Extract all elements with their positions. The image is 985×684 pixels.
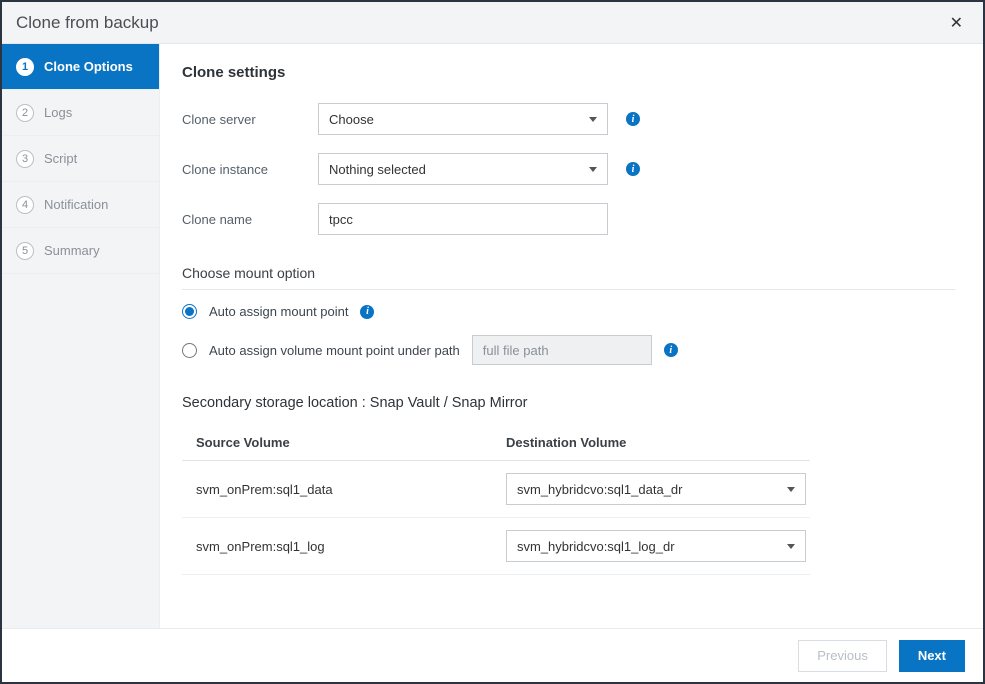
info-icon[interactable]: i — [664, 343, 678, 357]
col-dest-header: Destination Volume — [506, 435, 796, 450]
dialog-title: Clone from backup — [16, 13, 159, 33]
sidebar-step-script[interactable]: 3 Script — [2, 136, 159, 182]
table-row: svm_onPrem:sql1_data svm_hybridcvo:sql1_… — [182, 461, 810, 518]
dialog-footer: Previous Next — [2, 628, 983, 682]
col-source-header: Source Volume — [196, 435, 506, 450]
clone-settings-heading: Clone settings — [182, 64, 955, 81]
info-icon[interactable]: i — [626, 162, 640, 176]
clone-from-backup-dialog: Clone from backup ✕ 1 Clone Options 2 Lo… — [0, 0, 985, 684]
clone-instance-label: Clone instance — [182, 162, 300, 177]
step-label: Logs — [44, 105, 72, 120]
previous-button: Previous — [798, 640, 887, 672]
destination-volume-value: svm_hybridcvo:sql1_log_dr — [517, 539, 675, 554]
step-number: 5 — [16, 242, 34, 260]
destination-volume-select[interactable]: svm_hybridcvo:sql1_log_dr — [506, 530, 806, 562]
clone-server-value: Choose — [329, 112, 374, 127]
info-icon[interactable]: i — [626, 112, 640, 126]
sidebar-step-logs[interactable]: 2 Logs — [2, 90, 159, 136]
sidebar-step-notification[interactable]: 4 Notification — [2, 182, 159, 228]
clone-instance-select[interactable]: Nothing selected — [318, 153, 608, 185]
mount-option-path: Auto assign volume mount point under pat… — [182, 335, 955, 365]
clone-server-label: Clone server — [182, 112, 300, 127]
sidebar-step-clone-options[interactable]: 1 Clone Options — [2, 44, 159, 90]
clone-server-select[interactable]: Choose — [318, 103, 608, 135]
mount-auto-radio[interactable] — [182, 304, 197, 319]
clone-server-row: Clone server Choose i — [182, 103, 955, 135]
secondary-storage-heading: Secondary storage location : Snap Vault … — [182, 395, 955, 411]
dialog-body: 1 Clone Options 2 Logs 3 Script 4 Notifi… — [2, 44, 983, 628]
step-number: 4 — [16, 196, 34, 214]
step-label: Notification — [44, 197, 108, 212]
table-row: svm_onPrem:sql1_log svm_hybridcvo:sql1_l… — [182, 518, 810, 575]
chevron-down-icon — [787, 544, 795, 549]
source-volume-value: svm_onPrem:sql1_data — [196, 482, 506, 497]
chevron-down-icon — [589, 117, 597, 122]
clone-name-field-wrapper — [318, 203, 608, 235]
mount-auto-label: Auto assign mount point — [209, 304, 348, 319]
storage-table-header: Source Volume Destination Volume — [182, 425, 810, 461]
clone-instance-row: Clone instance Nothing selected i — [182, 153, 955, 185]
clone-name-row: Clone name — [182, 203, 955, 235]
close-icon[interactable]: ✕ — [944, 11, 969, 35]
step-label: Clone Options — [44, 59, 133, 74]
mount-option-auto: Auto assign mount point i — [182, 304, 955, 319]
clone-options-panel: Clone settings Clone server Choose i Clo… — [160, 44, 983, 628]
mount-path-radio[interactable] — [182, 343, 197, 358]
clone-name-label: Clone name — [182, 212, 300, 227]
chevron-down-icon — [589, 167, 597, 172]
mount-path-input[interactable]: full file path — [472, 335, 652, 365]
mount-option-heading: Choose mount option — [182, 265, 955, 281]
destination-volume-value: svm_hybridcvo:sql1_data_dr — [517, 482, 682, 497]
storage-table: Source Volume Destination Volume svm_onP… — [182, 425, 810, 575]
sidebar-step-summary[interactable]: 5 Summary — [2, 228, 159, 274]
info-icon[interactable]: i — [360, 305, 374, 319]
chevron-down-icon — [787, 487, 795, 492]
step-number: 1 — [16, 58, 34, 76]
clone-instance-value: Nothing selected — [329, 162, 426, 177]
divider — [182, 289, 955, 290]
clone-name-input[interactable] — [329, 212, 597, 227]
destination-volume-select[interactable]: svm_hybridcvo:sql1_data_dr — [506, 473, 806, 505]
dialog-titlebar: Clone from backup ✕ — [2, 2, 983, 44]
step-number: 2 — [16, 104, 34, 122]
next-button[interactable]: Next — [899, 640, 965, 672]
step-label: Summary — [44, 243, 100, 258]
source-volume-value: svm_onPrem:sql1_log — [196, 539, 506, 554]
step-number: 3 — [16, 150, 34, 168]
wizard-sidebar: 1 Clone Options 2 Logs 3 Script 4 Notifi… — [2, 44, 160, 628]
step-label: Script — [44, 151, 77, 166]
mount-path-label: Auto assign volume mount point under pat… — [209, 343, 460, 358]
